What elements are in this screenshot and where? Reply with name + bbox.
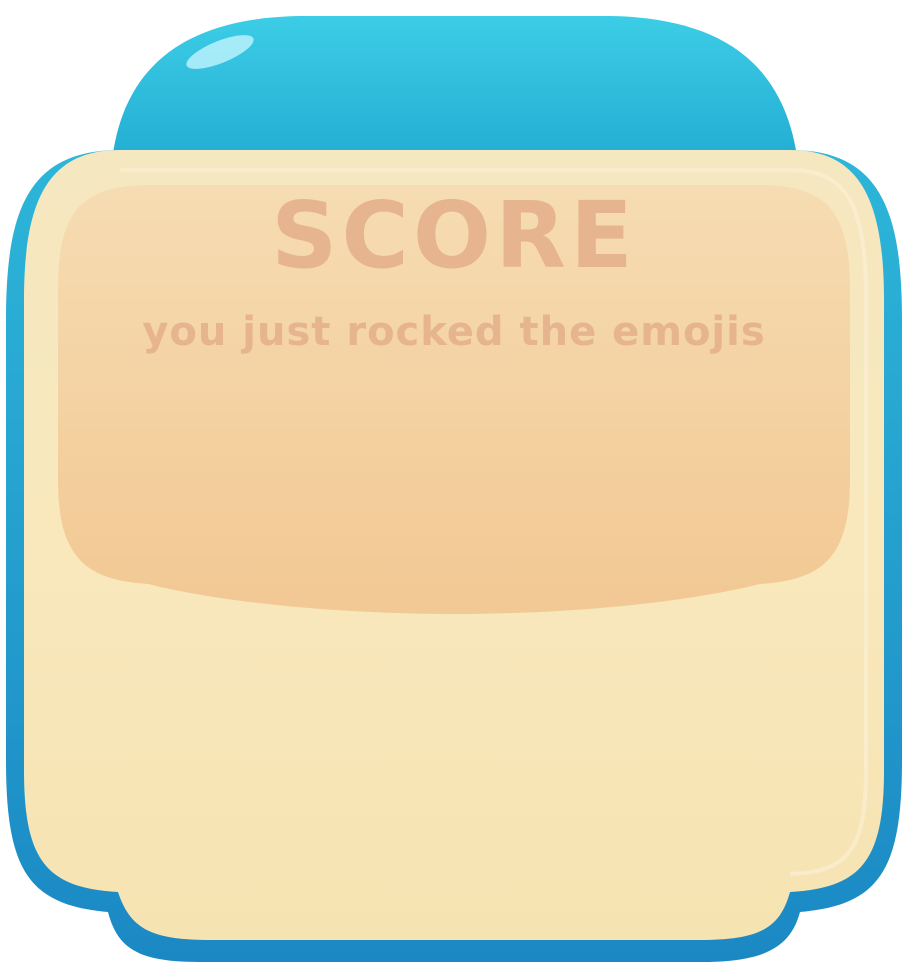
panel-frame: [6, 16, 902, 962]
score-panel: SCORE you just rocked the emojis: [0, 0, 908, 971]
score-subtitle: you just rocked the emojis: [142, 309, 766, 355]
score-title: SCORE: [271, 182, 637, 289]
